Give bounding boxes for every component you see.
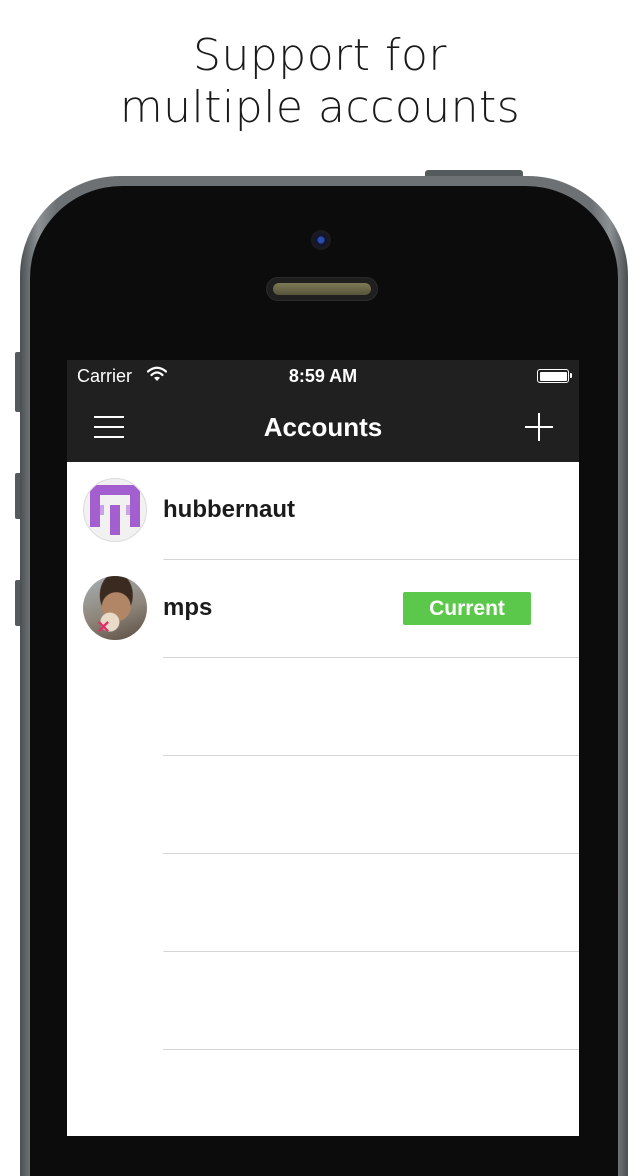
navigation-bar: Accounts xyxy=(67,392,579,462)
add-account-button[interactable] xyxy=(519,407,559,447)
empty-row xyxy=(67,658,579,756)
status-time: 8:59 AM xyxy=(288,366,358,386)
current-account-badge: Current xyxy=(403,592,531,625)
earpiece-speaker xyxy=(266,277,378,301)
account-username: hubbernaut xyxy=(163,496,295,523)
empty-row xyxy=(67,952,579,1050)
x-mark-icon: × xyxy=(97,614,110,639)
account-row-mps[interactable]: × mps Current xyxy=(67,560,579,658)
empty-row xyxy=(67,1050,579,1136)
status-bar: Carrier 8:59 AM xyxy=(67,360,579,392)
account-username: mps xyxy=(163,594,213,621)
accounts-list: hubbernaut × mps Current xyxy=(67,462,579,1136)
promo-heading: Support for multiple accounts xyxy=(0,30,640,134)
battery-icon xyxy=(537,369,572,383)
identicon-pattern xyxy=(90,485,140,535)
page-title: Accounts xyxy=(263,412,383,442)
identicon-avatar xyxy=(83,478,147,542)
empty-row xyxy=(67,756,579,854)
front-camera xyxy=(311,230,331,250)
promo-line-2: multiple accounts xyxy=(119,82,521,133)
empty-row xyxy=(67,854,579,952)
account-row-hubbernaut[interactable]: hubbernaut xyxy=(67,462,579,560)
promo-line-1: Support for xyxy=(193,30,447,81)
photo-avatar: × xyxy=(83,576,147,640)
app-screen: Carrier 8:59 AM Accounts hubbernaut × mp… xyxy=(67,360,579,1136)
